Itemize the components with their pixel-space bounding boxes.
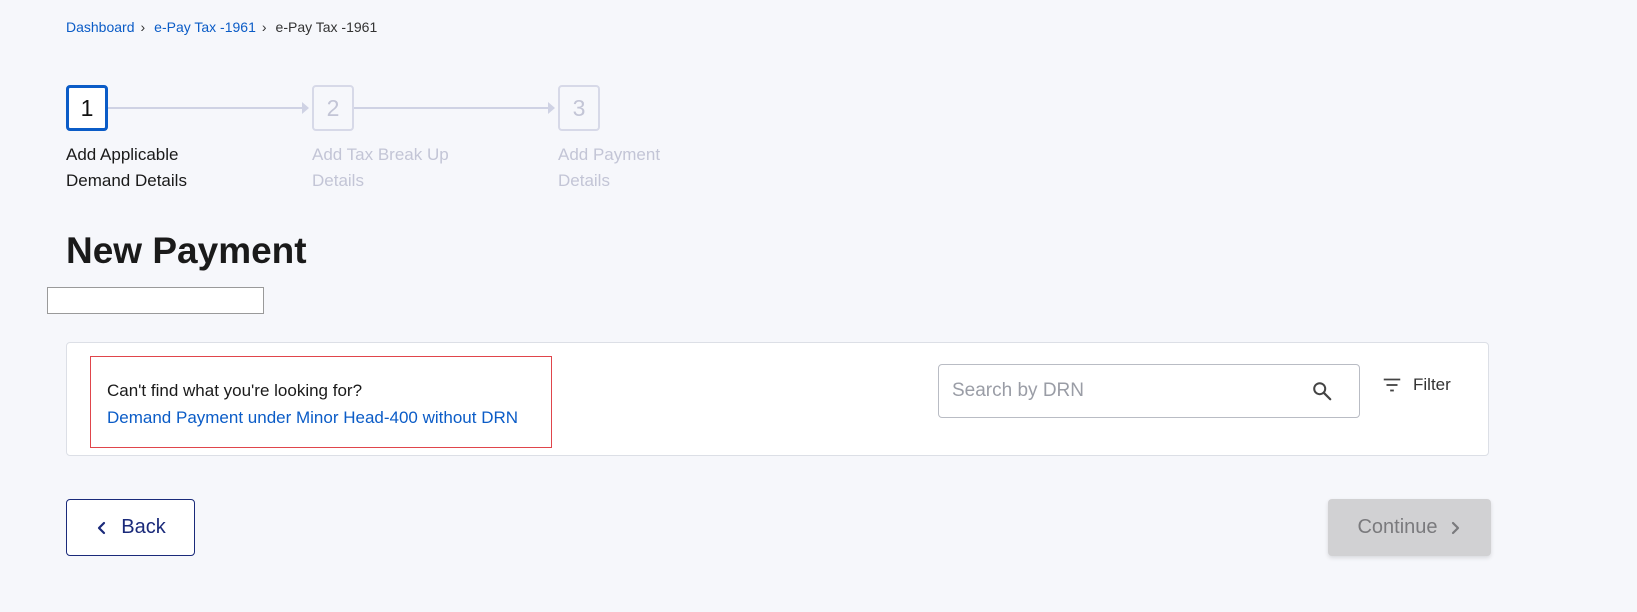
continue-label: Continue (1357, 516, 1438, 538)
step-2-label-line1: Add Tax Break Up (312, 145, 449, 164)
chevron-right-icon (1451, 521, 1459, 534)
step-3-label: Add Payment Details (558, 142, 728, 194)
search-icon[interactable] (1311, 380, 1333, 402)
chevron-right-icon: › (261, 19, 267, 35)
page-title: New Payment (66, 230, 307, 271)
hint-text: Can't find what you're looking for? (107, 381, 363, 400)
drn-search-box (938, 364, 1360, 418)
step-3-label-line1: Add Payment (558, 145, 661, 164)
step-connector (108, 102, 309, 114)
step-1-label: Add Applicable Demand Details (66, 142, 236, 194)
step-1-number: 1 (66, 85, 108, 131)
back-button[interactable]: Back (66, 499, 195, 556)
breadcrumb-dashboard[interactable]: Dashboard (66, 19, 135, 35)
demand-search-card: Can't find what you're looking for? Dema… (66, 342, 1489, 456)
breadcrumb-epay-tax[interactable]: e-Pay Tax -1961 (154, 19, 256, 35)
chevron-left-icon (98, 521, 106, 534)
step-3-label-line2: Details (558, 171, 610, 190)
drn-search-input[interactable] (939, 379, 1294, 403)
breadcrumb: Dashboard › e-Pay Tax -1961 › e-Pay Tax … (66, 19, 377, 35)
back-label: Back (121, 516, 166, 538)
chevron-right-icon: › (140, 19, 146, 35)
step-connector (354, 102, 555, 114)
empty-placeholder-box (47, 287, 264, 314)
demand-without-drn-link[interactable]: Demand Payment under Minor Head-400 with… (107, 404, 551, 431)
continue-button[interactable]: Continue (1328, 499, 1491, 556)
step-1-label-line1: Add Applicable (66, 145, 179, 164)
step-2-label: Add Tax Break Up Details (312, 142, 482, 194)
page: Dashboard › e-Pay Tax -1961 › e-Pay Tax … (0, 0, 1637, 612)
filter-label: Filter (1413, 375, 1451, 394)
step-2-number: 2 (312, 85, 354, 131)
step-3-number: 3 (558, 85, 600, 131)
filter-button[interactable]: Filter (1381, 374, 1451, 396)
step-2-label-line2: Details (312, 171, 364, 190)
step-1-label-line2: Demand Details (66, 171, 187, 190)
breadcrumb-current: e-Pay Tax -1961 (275, 19, 378, 35)
missing-demand-hint: Can't find what you're looking for? Dema… (90, 356, 552, 448)
filter-icon (1383, 378, 1401, 392)
